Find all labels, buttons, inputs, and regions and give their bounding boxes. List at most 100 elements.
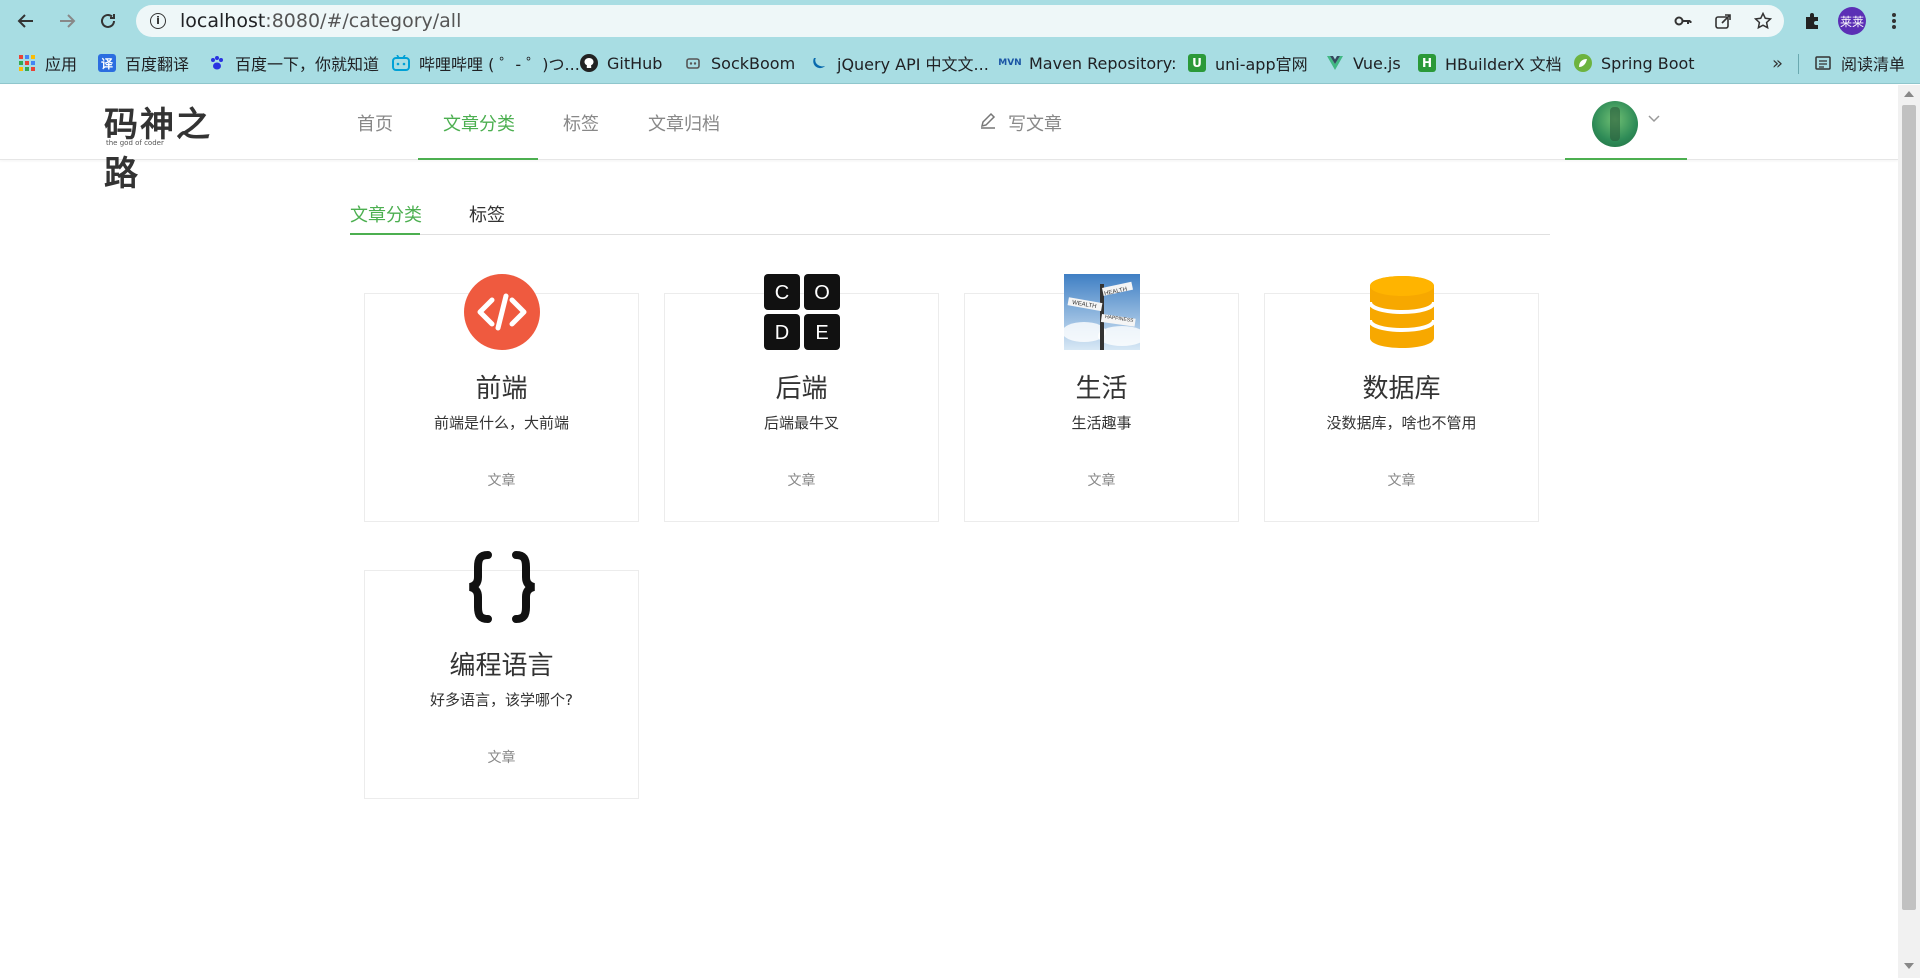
pencil-icon [978, 110, 998, 135]
card-description: 好多语言，该学哪个? [430, 691, 573, 709]
category-card-backend[interactable]: C O D E 后端 后端最牛叉 文章 [664, 274, 939, 522]
bookmark-label: HBuilderX 文档 [1445, 55, 1562, 74]
scroll-down-arrow-icon[interactable] [1904, 963, 1914, 969]
bookmark-bilibili[interactable]: 哔哩哔哩 ( ゜- ゜)つ... [392, 42, 580, 84]
card-meta: 文章 [787, 473, 816, 489]
signpost-icon: HEALTH WEALTH HAPPINESS [1062, 274, 1146, 350]
bookmark-maven[interactable]: MVN Maven Repository: [998, 42, 1177, 84]
nav-tags[interactable]: 标签 [563, 85, 599, 160]
chevron-down-icon[interactable] [1648, 111, 1660, 127]
bookmark-label: Maven Repository: [1029, 53, 1177, 73]
category-card-frontend[interactable]: 前端 前端是什么，大前端 文章 [364, 274, 639, 522]
nav-active-indicator [418, 158, 538, 160]
bookmark-label: 哔哩哔哩 ( ゜- ゜)つ... [419, 55, 580, 74]
bookmark-label: 应用 [45, 55, 78, 74]
profile-initials: 莱莱 [1838, 7, 1866, 35]
curly-braces-icon [464, 551, 540, 627]
bilibili-icon [392, 54, 410, 72]
bookmark-baidu-translate[interactable]: 译 百度翻译 [98, 42, 189, 84]
logo-subtitle: the god of coder [106, 139, 164, 147]
kebab-menu-icon[interactable] [1880, 7, 1908, 35]
card-description: 后端最牛叉 [763, 414, 839, 432]
share-icon[interactable] [1710, 9, 1736, 33]
code-letter: C [775, 282, 789, 304]
bookmark-spring[interactable]: Spring Boot [1574, 42, 1695, 84]
bookmark-baidu[interactable]: 百度一下，你就知道 [208, 42, 379, 84]
card-meta: 文章 [487, 750, 516, 766]
scroll-up-arrow-icon[interactable] [1904, 91, 1914, 97]
bookmark-star-icon[interactable] [1750, 9, 1776, 33]
bookmark-label: SockBoom [711, 53, 796, 73]
write-article-button[interactable]: 写文章 [978, 85, 1062, 160]
code-letter: E [815, 322, 828, 344]
bookmarks-divider [1798, 54, 1799, 74]
jquery-icon [810, 54, 828, 72]
site-header: 码神之路 the god of coder 首页 文章分类 标签 文章归档 写文… [0, 85, 1898, 194]
avatar-active-indicator [1565, 158, 1687, 160]
tab-categories[interactable]: 文章分类 [350, 193, 422, 235]
nav-categories[interactable]: 文章分类 [443, 85, 515, 160]
bookmark-label: 百度一下，你就知道 [235, 55, 380, 74]
bookmark-sockboom[interactable]: SockBoom [684, 42, 795, 84]
browser-toolbar: i localhost:8080/#/category/all 莱莱 [0, 0, 1920, 42]
card-description: 生活趣事 [1071, 414, 1132, 432]
reading-list-label: 阅读清单 [1841, 55, 1906, 74]
apps-grid-icon [18, 54, 36, 72]
code-letter: D [775, 322, 789, 344]
hbuilderx-icon: H [1418, 54, 1436, 72]
bookmark-label: 百度翻译 [125, 55, 190, 74]
bookmark-jquery[interactable]: jQuery API 中文文... [810, 42, 989, 84]
vue-icon [1326, 54, 1344, 72]
write-article-label: 写文章 [1008, 113, 1062, 135]
extensions-puzzle-icon[interactable] [1798, 7, 1826, 35]
github-icon [580, 54, 598, 72]
bookmark-label: GitHub [607, 53, 663, 73]
bookmarks-overflow-button[interactable]: » [1772, 42, 1783, 84]
reload-icon[interactable] [94, 7, 122, 35]
code-brackets-icon [464, 274, 540, 350]
address-url: localhost:8080/#/category/all [180, 10, 461, 32]
category-card-database[interactable]: 数据库 没数据库，啥也不管用 文章 [1264, 276, 1539, 522]
scrollbar-thumb[interactable] [1902, 105, 1916, 910]
url-host: localhost [180, 10, 266, 32]
profile-button[interactable]: 莱莱 [1838, 7, 1866, 35]
code-letter: O [814, 282, 830, 304]
tab-active-indicator [350, 233, 420, 235]
page-scrollbar[interactable] [1898, 85, 1920, 978]
card-title: 生活 [1075, 374, 1128, 404]
bookmark-github[interactable]: GitHub [580, 42, 662, 84]
key-icon[interactable] [1670, 9, 1696, 33]
category-tabs: 文章分类 标签 [350, 193, 1550, 235]
card-meta: 文章 [1387, 473, 1416, 489]
uniapp-icon: U [1188, 54, 1206, 72]
avatar[interactable] [1592, 101, 1638, 147]
bookmark-label: jQuery API 中文文... [837, 55, 989, 74]
card-title: 前端 [475, 374, 528, 404]
code-letters-icon: C O D E [764, 274, 840, 350]
card-title: 后端 [775, 374, 828, 404]
site-logo[interactable]: 码神之路 the god of coder [104, 97, 244, 194]
bookmarks-bar: 应用 译 百度翻译 百度一下，你就知道 哔哩哔哩 ( ゜- ゜)つ... Git… [0, 42, 1920, 84]
sockboom-icon [684, 54, 702, 72]
bookmark-label: Vue.js [1353, 53, 1401, 73]
back-arrow-icon[interactable] [12, 7, 40, 35]
bookmark-hbuilderx[interactable]: H HBuilderX 文档 [1418, 42, 1562, 84]
bookmark-uniapp[interactable]: U uni-app官网 [1188, 42, 1308, 84]
nav-archive[interactable]: 文章归档 [648, 85, 720, 160]
url-path: :8080/#/category/all [265, 10, 462, 32]
category-card-languages[interactable]: 编程语言 好多语言，该学哪个? 文章 [364, 551, 639, 799]
nav-home[interactable]: 首页 [357, 85, 393, 160]
reading-list-icon [1814, 54, 1832, 72]
reading-list-button[interactable]: 阅读清单 [1814, 42, 1905, 84]
category-card-life[interactable]: HEALTH WEALTH HAPPINESS 生活 生活趣事 文章 [964, 274, 1239, 522]
card-description: 前端是什么，大前端 [433, 414, 569, 432]
bookmark-label: Spring Boot [1601, 53, 1695, 73]
maven-icon: MVN [998, 58, 1022, 68]
site-info-icon[interactable]: i [150, 13, 166, 29]
forward-arrow-icon[interactable] [53, 7, 81, 35]
address-bar[interactable]: i localhost:8080/#/category/all [136, 5, 1784, 37]
card-title: 编程语言 [449, 651, 554, 681]
bookmark-vue[interactable]: Vue.js [1326, 42, 1401, 84]
bookmark-apps[interactable]: 应用 [18, 42, 77, 84]
tab-tags[interactable]: 标签 [469, 193, 505, 235]
